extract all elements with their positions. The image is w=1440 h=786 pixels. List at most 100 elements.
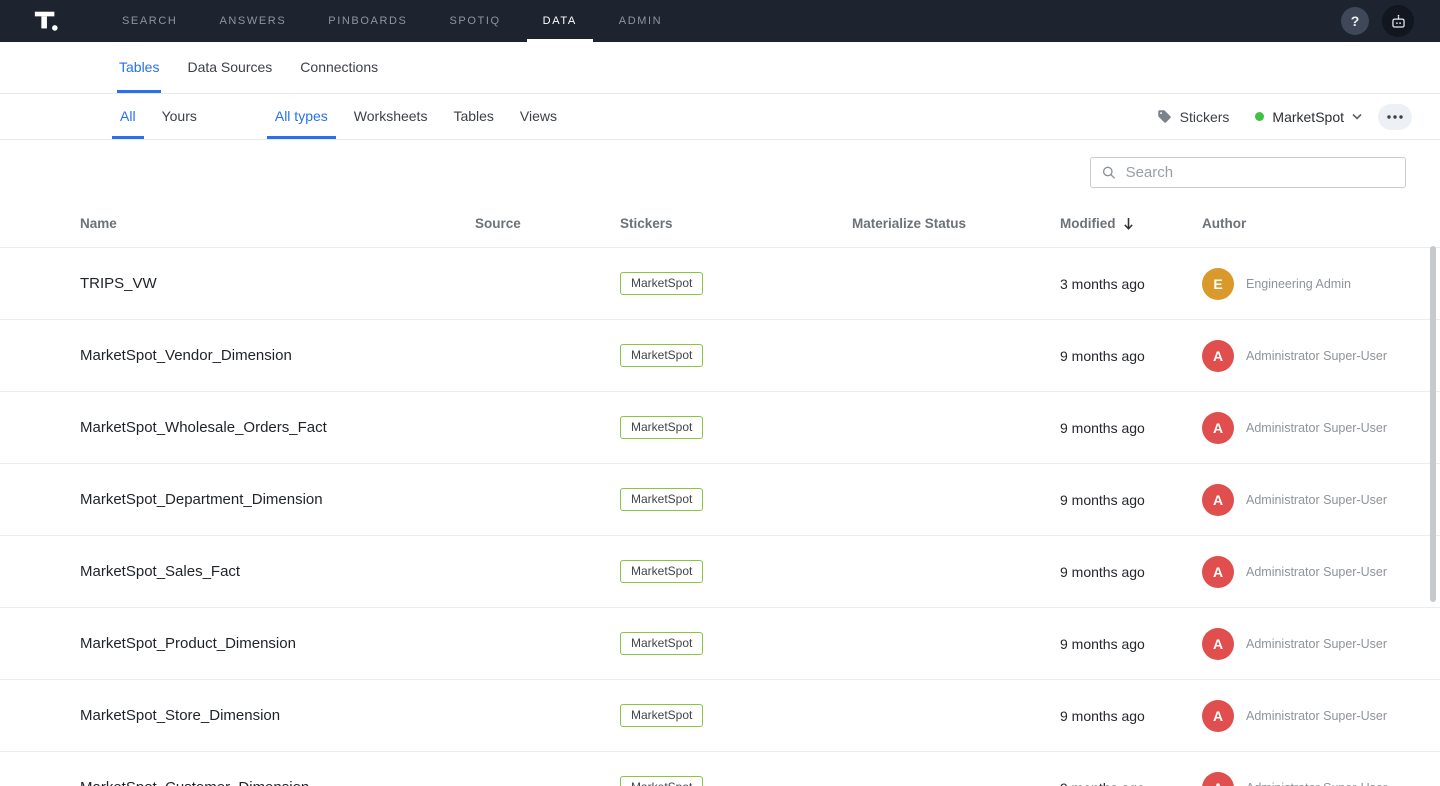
stickers-label: Stickers: [1180, 109, 1230, 125]
table-item-modified: 9 months ago: [1060, 420, 1202, 436]
filter-yours[interactable]: Yours: [154, 94, 205, 139]
sticker-badge[interactable]: MarketSpot: [620, 776, 703, 786]
topnav-actions: ?: [1341, 5, 1414, 37]
nav-answers[interactable]: ANSWERS: [203, 0, 302, 42]
table-item-stickers: MarketSpot: [620, 344, 852, 367]
sticker-badge[interactable]: MarketSpot: [620, 560, 703, 583]
chevron-down-icon: [1352, 113, 1362, 120]
filter-all[interactable]: All: [112, 94, 144, 139]
sticker-badge[interactable]: MarketSpot: [620, 272, 703, 295]
author-avatar: E: [1202, 268, 1234, 300]
author-avatar: A: [1202, 556, 1234, 588]
filter-views[interactable]: Views: [512, 94, 565, 139]
vertical-scrollbar[interactable]: [1430, 246, 1436, 602]
filter-all-types[interactable]: All types: [267, 94, 336, 139]
table-row[interactable]: MarketSpot_Product_Dimension MarketSpot …: [0, 608, 1440, 680]
author-avatar: A: [1202, 484, 1234, 516]
tab-connections[interactable]: Connections: [298, 42, 380, 93]
table-item-stickers: MarketSpot: [620, 560, 852, 583]
sticker-badge[interactable]: MarketSpot: [620, 704, 703, 727]
author-avatar: A: [1202, 412, 1234, 444]
table-item-stickers: MarketSpot: [620, 632, 852, 655]
table-row[interactable]: MarketSpot_Store_Dimension MarketSpot 9 …: [0, 680, 1440, 752]
sticker-filter-dropdown[interactable]: MarketSpot: [1255, 109, 1362, 125]
table-item-stickers: MarketSpot: [620, 776, 852, 786]
stickers-button[interactable]: Stickers: [1157, 109, 1230, 125]
tab-data-sources[interactable]: Data Sources: [185, 42, 274, 93]
column-header-author[interactable]: Author: [1202, 216, 1404, 231]
table-item-author: A Administrator Super-User: [1202, 772, 1404, 786]
more-actions-button[interactable]: [1378, 104, 1412, 130]
table-item-stickers: MarketSpot: [620, 416, 852, 439]
column-header-source[interactable]: Source: [475, 216, 620, 231]
sticker-tag-icon: [1157, 109, 1172, 124]
table-item-modified: 3 months ago: [1060, 276, 1202, 292]
table-item-name[interactable]: MarketSpot_Customer_Dimension: [80, 779, 475, 786]
column-header-materialize-status[interactable]: Materialize Status: [852, 216, 1060, 231]
table-item-name[interactable]: TRIPS_VW: [80, 275, 475, 292]
nav-admin[interactable]: ADMIN: [603, 0, 678, 42]
author-avatar: A: [1202, 340, 1234, 372]
table-item-author: A Administrator Super-User: [1202, 412, 1404, 444]
nav-pinboards[interactable]: PINBOARDS: [312, 0, 423, 42]
sticker-badge[interactable]: MarketSpot: [620, 632, 703, 655]
table-row[interactable]: MarketSpot_Vendor_Dimension MarketSpot 9…: [0, 320, 1440, 392]
table-item-stickers: MarketSpot: [620, 488, 852, 511]
sticker-badge[interactable]: MarketSpot: [620, 488, 703, 511]
table-item-name[interactable]: MarketSpot_Department_Dimension: [80, 491, 475, 508]
table-item-author: A Administrator Super-User: [1202, 700, 1404, 732]
search-icon: [1101, 164, 1117, 181]
table-row[interactable]: MarketSpot_Sales_Fact MarketSpot 9 month…: [0, 536, 1440, 608]
table-item-author: E Engineering Admin: [1202, 268, 1404, 300]
table-item-name[interactable]: MarketSpot_Sales_Fact: [80, 563, 475, 580]
help-button[interactable]: ?: [1341, 7, 1369, 35]
table-header: Name Source Stickers Materialize Status …: [0, 200, 1440, 248]
selected-sticker-label: MarketSpot: [1272, 109, 1344, 125]
column-header-modified[interactable]: Modified: [1060, 216, 1202, 231]
author-avatar: A: [1202, 700, 1234, 732]
table-row[interactable]: MarketSpot_Wholesale_Orders_Fact MarketS…: [0, 392, 1440, 464]
user-avatar[interactable]: [1382, 5, 1414, 37]
author-name: Administrator Super-User: [1246, 565, 1387, 579]
nav-data[interactable]: DATA: [527, 0, 593, 42]
author-name: Administrator Super-User: [1246, 781, 1387, 786]
robot-avatar-icon: [1389, 12, 1408, 31]
author-name: Administrator Super-User: [1246, 709, 1387, 723]
filter-tables[interactable]: Tables: [445, 94, 501, 139]
table-item-stickers: MarketSpot: [620, 704, 852, 727]
table-item-stickers: MarketSpot: [620, 272, 852, 295]
sticker-badge[interactable]: MarketSpot: [620, 344, 703, 367]
table-item-name[interactable]: MarketSpot_Wholesale_Orders_Fact: [80, 419, 475, 436]
table-item-author: A Administrator Super-User: [1202, 556, 1404, 588]
column-header-name[interactable]: Name: [80, 216, 475, 231]
tab-tables[interactable]: Tables: [117, 42, 161, 93]
author-name: Administrator Super-User: [1246, 349, 1387, 363]
ellipsis-icon: [1387, 115, 1403, 119]
sticker-badge[interactable]: MarketSpot: [620, 416, 703, 439]
table-row[interactable]: MarketSpot_Customer_Dimension MarketSpot…: [0, 752, 1440, 786]
table-item-author: A Administrator Super-User: [1202, 628, 1404, 660]
author-name: Administrator Super-User: [1246, 421, 1387, 435]
filter-bar-right: Stickers MarketSpot: [1157, 94, 1412, 139]
type-filter-group: All types Worksheets Tables Views: [267, 94, 575, 139]
table-item-author: A Administrator Super-User: [1202, 340, 1404, 372]
author-avatar: A: [1202, 772, 1234, 786]
tables-list-content: Name Source Stickers Materialize Status …: [0, 140, 1440, 786]
filter-worksheets[interactable]: Worksheets: [346, 94, 436, 139]
table-item-modified: 9 months ago: [1060, 564, 1202, 580]
table-item-modified: 9 months ago: [1060, 780, 1202, 786]
table-row[interactable]: TRIPS_VW MarketSpot 3 months ago E Engin…: [0, 248, 1440, 320]
table-item-name[interactable]: MarketSpot_Vendor_Dimension: [80, 347, 475, 364]
table-row[interactable]: MarketSpot_Department_Dimension MarketSp…: [0, 464, 1440, 536]
author-name: Administrator Super-User: [1246, 637, 1387, 651]
table-item-name[interactable]: MarketSpot_Product_Dimension: [80, 635, 475, 652]
nav-search[interactable]: SEARCH: [106, 0, 193, 42]
table-item-name[interactable]: MarketSpot_Store_Dimension: [80, 707, 475, 724]
search-input[interactable]: [1126, 164, 1395, 181]
column-header-stickers[interactable]: Stickers: [620, 216, 852, 231]
author-avatar: A: [1202, 628, 1234, 660]
nav-spotiq[interactable]: SPOTIQ: [433, 0, 516, 42]
table-body: TRIPS_VW MarketSpot 3 months ago E Engin…: [0, 248, 1440, 786]
author-name: Administrator Super-User: [1246, 493, 1387, 507]
thoughtspot-logo[interactable]: [32, 7, 60, 35]
